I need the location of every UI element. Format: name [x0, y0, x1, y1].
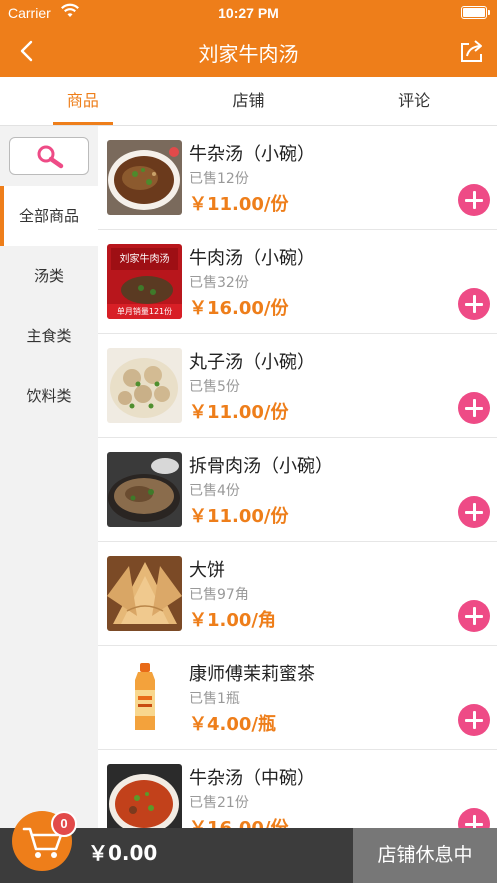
product-sold-count: 已售21份 [189, 795, 249, 811]
product-image [107, 348, 182, 423]
category-soup[interactable]: 汤类 [0, 246, 98, 306]
tab-bar: 商品 店铺 评论 [0, 77, 497, 126]
list-item[interactable]: 刘家牛肉汤 单月销量121份 牛肉汤（小碗） 已售32份 ￥16.00/份 [98, 230, 497, 334]
product-price: ￥4.00/瓶 [189, 714, 276, 735]
product-sold-count: 已售12份 [189, 171, 249, 187]
battery-tip [488, 10, 490, 15]
product-image: 刘家牛肉汤 单月销量121份 [107, 244, 182, 319]
product-price: ￥11.00/份 [189, 506, 289, 527]
product-image [107, 452, 182, 527]
status-time: 10:27 PM [218, 5, 279, 21]
category-all[interactable]: 全部商品 [0, 186, 98, 246]
product-name: 牛杂汤（中碗） [189, 768, 315, 789]
product-image [107, 764, 182, 828]
product-image [107, 556, 182, 631]
share-button[interactable] [457, 36, 487, 66]
product-price: ￥11.00/份 [189, 402, 289, 423]
product-sold-count: 已售5份 [189, 379, 240, 395]
product-name: 康师傅茉莉蜜茶 [189, 664, 315, 685]
product-image [107, 140, 182, 215]
tab-reviews[interactable]: 评论 [331, 77, 497, 125]
add-to-cart-button[interactable] [458, 808, 490, 828]
search-button[interactable] [9, 137, 89, 175]
store-closed-button[interactable]: 店铺休息中 [353, 828, 497, 883]
tab-store[interactable]: 店铺 [166, 77, 332, 125]
category-sidebar: 全部商品 汤类 主食类 饮料类 [0, 126, 98, 828]
checkout-bar: ￥0.00 店铺休息中 [0, 828, 497, 883]
add-to-cart-button[interactable] [458, 600, 490, 632]
list-item[interactable]: 大饼 已售97角 ￥1.00/角 [98, 542, 497, 646]
add-to-cart-button[interactable] [458, 392, 490, 424]
thumb-caption: 刘家牛肉汤 [119, 254, 170, 265]
battery-icon [461, 6, 487, 19]
category-staple[interactable]: 主食类 [0, 306, 98, 366]
list-item[interactable]: 康师傅茉莉蜜茶 已售1瓶 ￥4.00/瓶 [98, 646, 497, 750]
product-price: ￥16.00/份 [189, 814, 289, 828]
add-to-cart-button[interactable] [458, 184, 490, 216]
page-title: 刘家牛肉汤 [198, 42, 299, 66]
product-price: ￥11.00/份 [189, 194, 289, 215]
status-bar: Carrier 10:27 PM [0, 0, 497, 26]
share-icon [461, 40, 482, 62]
app-header: Carrier 10:27 PM 刘家牛肉汤 [0, 0, 497, 77]
thumb-footer: 单月销量121份 [116, 307, 173, 316]
product-name: 丸子汤（小碗） [189, 352, 315, 373]
list-item[interactable]: 牛杂汤（中碗） 已售21份 ￥16.00/份 [98, 750, 497, 828]
list-item[interactable]: 丸子汤（小碗） 已售5份 ￥11.00/份 [98, 334, 497, 438]
product-list: 牛杂汤（小碗） 已售12份 ￥11.00/份 刘家牛肉汤 单月销量121份 牛肉… [98, 126, 497, 828]
product-sold-count: 已售32份 [189, 275, 249, 291]
add-to-cart-button[interactable] [458, 704, 490, 736]
category-drinks[interactable]: 饮料类 [0, 366, 98, 426]
list-item[interactable]: 拆骨肉汤（小碗） 已售4份 ￥11.00/份 [98, 438, 497, 542]
product-image [107, 660, 182, 735]
product-sold-count: 已售4份 [189, 483, 240, 499]
cart-count-badge: 0 [51, 811, 77, 837]
product-name: 牛杂汤（小碗） [189, 144, 315, 165]
product-price: ￥1.00/角 [189, 610, 276, 631]
list-item[interactable]: 牛杂汤（小碗） 已售12份 ￥11.00/份 [98, 126, 497, 230]
product-name: 拆骨肉汤（小碗） [189, 456, 333, 477]
add-to-cart-button[interactable] [458, 496, 490, 528]
product-sold-count: 已售97角 [189, 587, 249, 603]
product-name: 大饼 [189, 560, 225, 581]
cart-total: ￥0.00 [88, 841, 158, 865]
product-sold-count: 已售1瓶 [189, 691, 240, 707]
product-price: ￥16.00/份 [189, 298, 289, 319]
add-to-cart-button[interactable] [458, 288, 490, 320]
search-icon [37, 145, 64, 169]
product-name: 牛肉汤（小碗） [189, 248, 315, 269]
tab-goods[interactable]: 商品 [0, 77, 166, 125]
